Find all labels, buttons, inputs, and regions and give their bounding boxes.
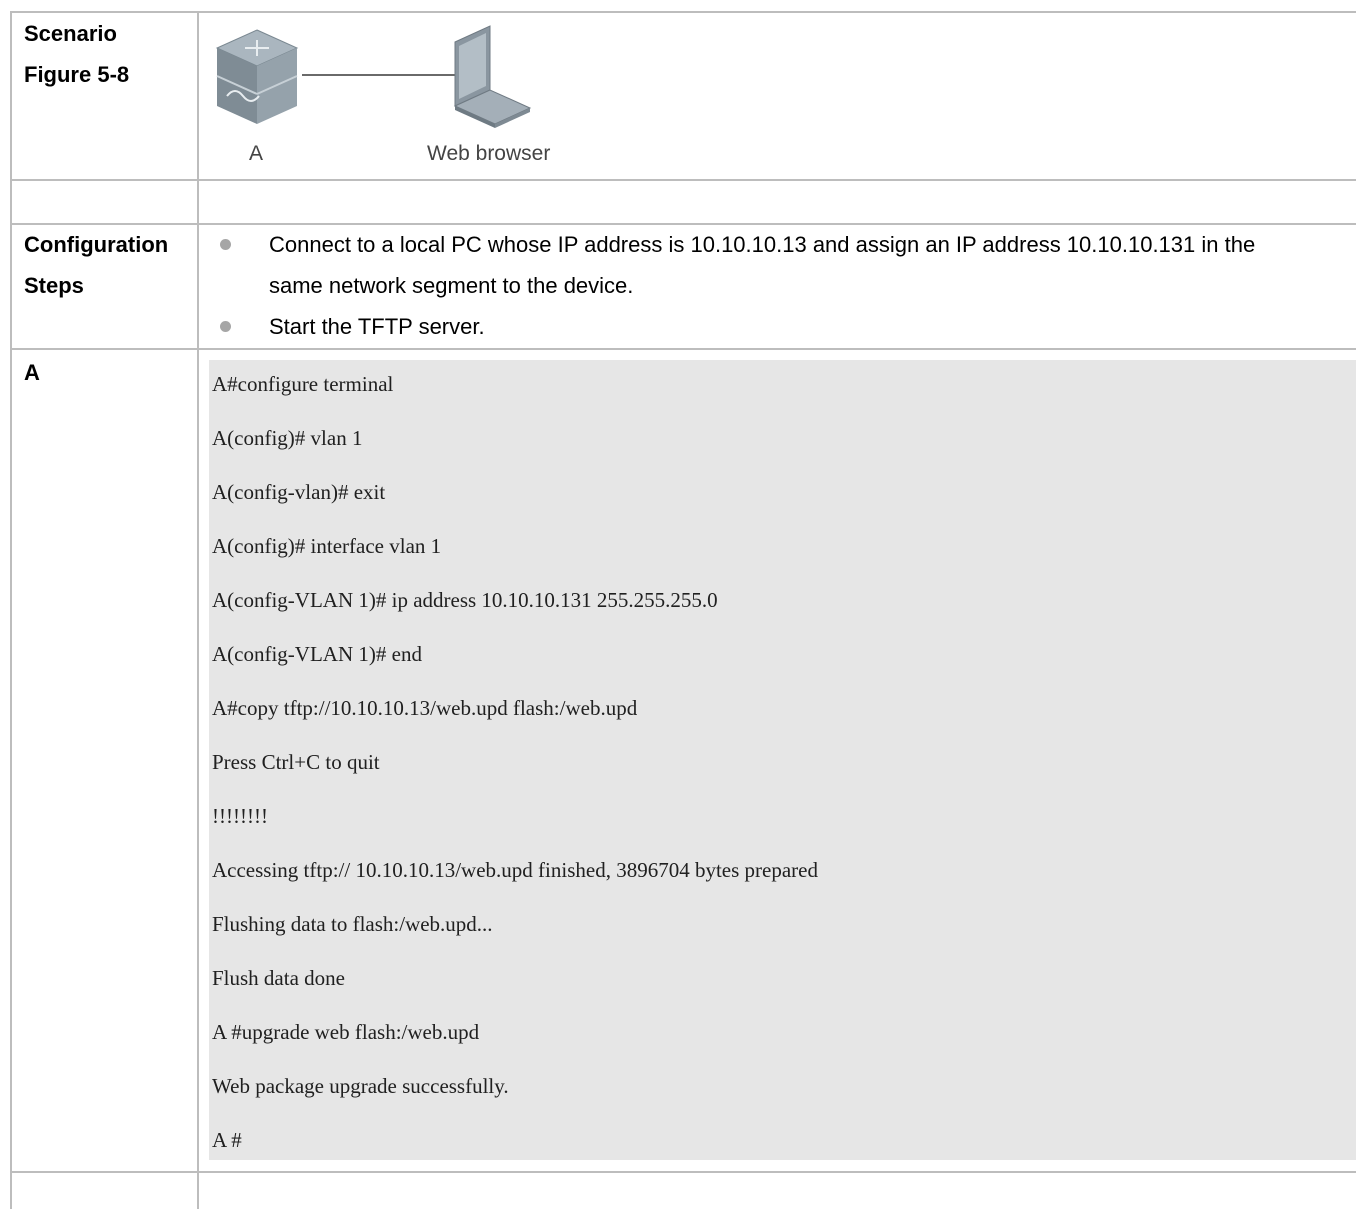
bullet-icon [220,239,231,250]
web-browser-label: Web browser [427,142,551,165]
steps-list: Connect to a local PC whose IP address i… [200,224,1356,347]
code-line: !!!!!!!! [212,804,268,828]
table-border-left [10,11,12,1209]
device-a-label: A [249,142,264,165]
device-a-row-label: A [24,360,40,385]
code-line: Press Ctrl+C to quit [212,750,380,774]
network-diagram: A Web browser [205,18,605,178]
bullet-icon [220,321,231,332]
code-line: Flush data done [212,966,345,990]
code-line: A#copy tftp://10.10.10.13/web.upd flash:… [212,696,638,720]
laptop-icon [453,25,532,128]
code-line: A(config-vlan)# exit [212,480,386,504]
code-line: A(config)# interface vlan 1 [212,534,442,558]
code-line: A(config-VLAN 1)# ip address 10.10.10.13… [212,588,718,612]
switch-icon [215,29,299,124]
code-line: A(config-VLAN 1)# end [212,642,422,666]
code-line: A(config)# vlan 1 [212,426,363,450]
row-divider [10,1171,1356,1173]
row-divider [10,179,1356,181]
code-line: Accessing tftp:// 10.10.10.13/web.upd fi… [212,858,818,882]
code-line: Flushing data to flash:/web.upd... [212,912,493,936]
list-item: Connect to a local PC whose IP address i… [200,224,1356,306]
list-item: Start the TFTP server. [200,306,1356,347]
configuration-steps-label: Configuration Steps [24,232,169,298]
code-block: A#configure terminal A(config)# vlan 1 A… [209,360,1356,1160]
table-border-top [10,11,1356,13]
scenario-label: Scenario Figure 5-8 [24,21,130,87]
code-line: A#configure terminal [212,372,394,396]
row-divider [10,348,1356,350]
code-line: A # [212,1128,242,1152]
code-line: A #upgrade web flash:/web.upd [212,1020,480,1044]
column-divider [197,11,199,1209]
code-line: Web package upgrade successfully. [212,1074,509,1098]
